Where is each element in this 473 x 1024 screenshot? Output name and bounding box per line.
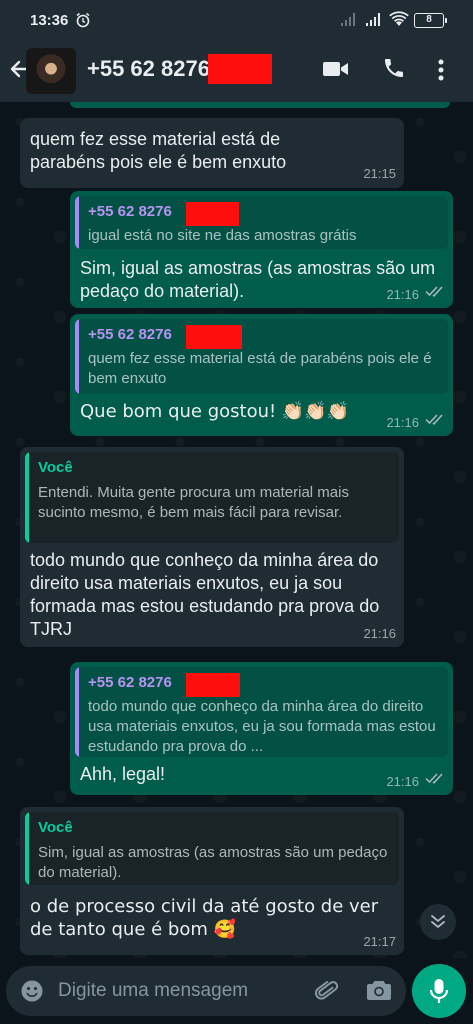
scroll-down-icon <box>431 915 445 929</box>
status-time: 13:36 <box>30 12 69 29</box>
message-text: quem fez esse material está de parabéns … <box>30 129 287 172</box>
partial-message <box>70 102 450 108</box>
quote-author: Você <box>38 459 73 476</box>
message-list[interactable]: quem fez esse material está de parabéns … <box>0 102 473 958</box>
attach-icon[interactable] <box>314 978 340 1009</box>
message-bubble-outgoing[interactable]: +55 62 8276 igual está no site ne das am… <box>70 191 453 308</box>
battery-icon: 8 <box>414 13 447 28</box>
quote-text: todo mundo que conheço da minha área do … <box>88 698 436 755</box>
message-bubble-incoming[interactable]: quem fez esse material está de parabéns … <box>20 118 404 188</box>
quoted-message[interactable]: +55 62 8276 quem fez esse material está … <box>75 319 448 394</box>
message-text-content: Que bom que gostou! 👏🏻👏🏻👏🏻 <box>80 401 350 422</box>
redaction-box <box>186 202 239 226</box>
quoted-message[interactable]: +55 62 8276 todo mundo que conheço da mi… <box>75 667 448 757</box>
redaction-box <box>208 54 272 84</box>
message-time: 21:15 <box>363 166 396 181</box>
read-ticks-icon <box>425 771 445 789</box>
wifi-icon <box>389 11 409 32</box>
status-bar: 13:36 8 <box>0 0 473 40</box>
quote-text: Sim, igual as amostras (as amostras são … <box>38 844 388 881</box>
message-time: 21:17 <box>363 934 396 949</box>
emoji-icon[interactable] <box>20 979 44 1008</box>
quote-bar <box>75 319 79 394</box>
message-time: 21:16 <box>386 415 419 430</box>
signal-icon <box>365 12 383 32</box>
more-vert-icon[interactable] <box>437 58 445 87</box>
quote-text: quem fez esse material está de parabéns … <box>88 350 432 387</box>
quote-author: +55 62 8276 <box>88 674 172 691</box>
quote-bar <box>75 667 79 757</box>
message-input[interactable] <box>58 978 298 1004</box>
message-text: Ahh, legal! <box>80 764 166 784</box>
message-text: todo mundo que conheço da minha área do … <box>30 550 380 639</box>
read-ticks-icon <box>425 284 445 302</box>
quote-author: +55 62 8276 <box>88 203 172 220</box>
redaction-box <box>186 673 240 697</box>
scroll-down-button[interactable] <box>420 904 456 940</box>
contact-name[interactable]: +55 62 8276- <box>87 56 217 82</box>
quoted-message[interactable]: Você Sim, igual as amostras (as amostras… <box>25 812 399 885</box>
message-text: Que bom que gostou! 👏🏻👏🏻👏🏻 <box>80 400 380 423</box>
message-text: o de processo civil da até gosto de ver … <box>30 896 379 940</box>
phone-icon[interactable] <box>382 56 406 85</box>
quote-bar <box>25 812 29 885</box>
message-bubble-incoming[interactable]: Você Entendi. Muita gente procura um mat… <box>20 447 404 647</box>
video-call-icon[interactable] <box>322 59 350 84</box>
read-ticks-icon <box>425 412 445 430</box>
avatar[interactable] <box>26 48 76 94</box>
mic-icon <box>429 979 449 1003</box>
message-time: 21:16 <box>386 774 419 789</box>
mic-button[interactable] <box>412 964 466 1018</box>
quote-author: Você <box>38 819 73 836</box>
quoted-message[interactable]: Você Entendi. Muita gente procura um mat… <box>25 452 399 543</box>
message-bubble-incoming[interactable]: Você Sim, igual as amostras (as amostras… <box>20 807 404 955</box>
quote-bar <box>75 196 79 249</box>
redaction-box <box>186 325 242 349</box>
quote-bar <box>25 452 29 543</box>
quote-text: Entendi. Muita gente procura um material… <box>38 484 349 521</box>
message-bubble-outgoing[interactable]: +55 62 8276 quem fez esse material está … <box>70 314 453 436</box>
message-time: 21:16 <box>386 287 419 302</box>
message-bubble-outgoing[interactable]: +55 62 8276 todo mundo que conheço da mi… <box>70 662 453 795</box>
quoted-message[interactable]: +55 62 8276 igual está no site ne das am… <box>75 196 448 249</box>
signal-icon <box>340 12 358 32</box>
message-time: 21:16 <box>363 626 396 641</box>
camera-icon[interactable] <box>366 979 392 1006</box>
alarm-icon <box>75 12 91 33</box>
message-composer <box>6 966 406 1016</box>
quote-author: +55 62 8276 <box>88 326 172 343</box>
chat-header: +55 62 8276- <box>0 40 473 102</box>
quote-text: igual está no site ne das amostras gráti… <box>88 227 357 244</box>
